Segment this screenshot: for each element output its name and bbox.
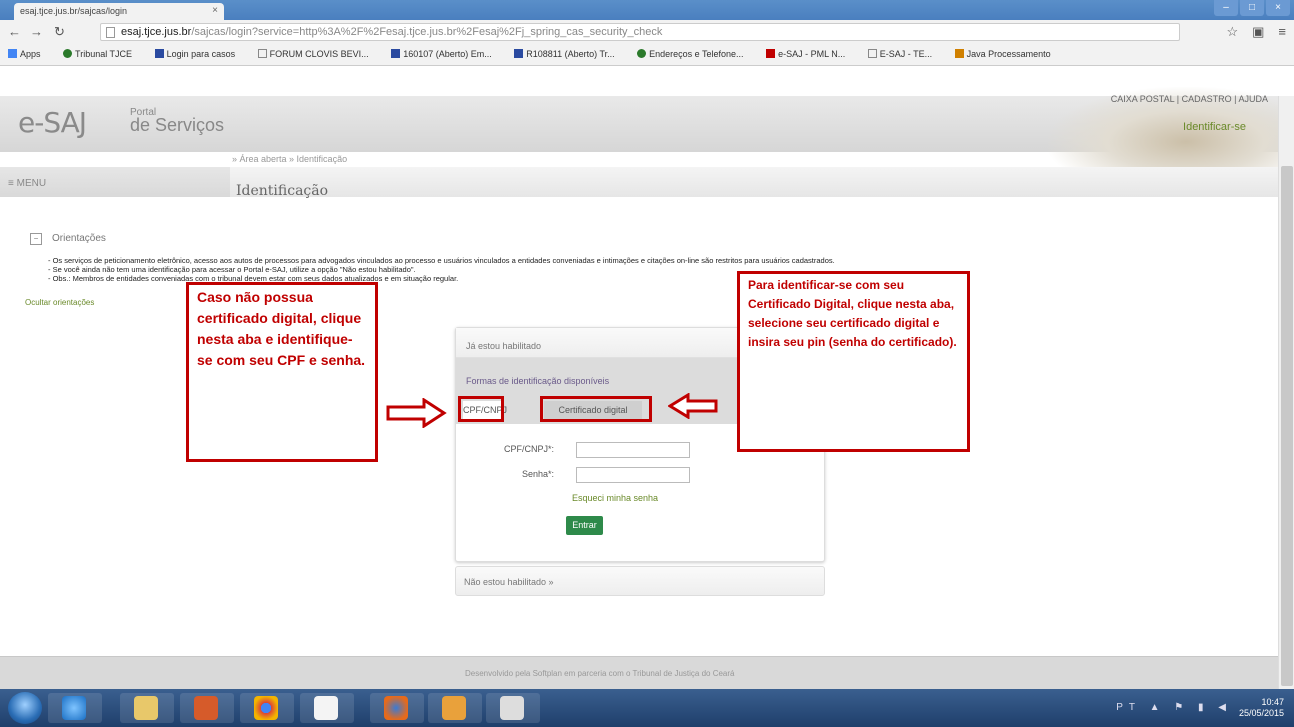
tab-close-icon[interactable]: × [212, 5, 218, 16]
clock-date: 25/05/2015 [1238, 708, 1284, 718]
scroll-thumb[interactable] [1281, 166, 1293, 686]
list-item: Se você ainda não tem uma identificação … [48, 265, 835, 274]
breadcrumb: » Área aberta » Identificação [232, 154, 348, 164]
cpf-input[interactable] [576, 442, 690, 458]
forgot-password-link[interactable]: Esqueci minha senha [572, 493, 658, 503]
start-button[interactable] [8, 692, 42, 724]
page-scrollbar[interactable] [1278, 96, 1294, 689]
java-icon [954, 49, 964, 58]
clock[interactable]: 10:47 25/05/2015 [1239, 697, 1284, 719]
taskbar-office-icon[interactable] [180, 693, 234, 723]
tab-title: esaj.tjce.jus.br/sajcas/login [20, 6, 128, 16]
apps-icon [8, 49, 17, 58]
back-icon[interactable]: ← [8, 24, 21, 39]
bookmark-icon [391, 49, 401, 58]
bookmarks-bar: Apps Tribunal TJCE Login para casos FORU… [0, 44, 1294, 66]
url-path: /sajcas/login?service=http%3A%2F%2Fesaj.… [191, 26, 663, 38]
esaj-logo: e-SAJ [18, 106, 87, 139]
bookmark-item[interactable]: 160107 (Aberto) Em... [391, 49, 502, 59]
top-links[interactable]: CAIXA POSTAL | CADASTRO | AJUDA [1111, 94, 1268, 104]
address-bar[interactable]: esaj.tjce.jus.br/sajcas/login?service=ht… [100, 23, 1180, 41]
page-title: Identificação [236, 183, 329, 199]
page-icon [106, 27, 115, 38]
bookmark-icon [63, 49, 73, 58]
orientations-list: Os serviços de peticionamento eletrônico… [48, 256, 835, 283]
taskbar-ie-icon[interactable] [48, 693, 102, 723]
browser-tab-bar: esaj.tjce.jus.br/sajcas/login × – □ × [0, 0, 1294, 20]
not-enabled-panel[interactable]: Não estou habilitado » [455, 566, 825, 596]
site-footer: Desenvolvido pela Softplan em parceria c… [0, 656, 1278, 689]
forms-label: Formas de identificação disponíveis [466, 376, 610, 386]
bookmark-item[interactable]: Endereços e Telefone... [637, 49, 753, 59]
menu-button[interactable]: ≡ MENU [8, 178, 46, 189]
arrow-right-icon [386, 398, 447, 428]
taskbar-chrome-icon[interactable] [240, 693, 294, 723]
portal-subtitle: Portal de Serviços [130, 107, 225, 135]
bookmark-item[interactable]: Apps [8, 49, 51, 59]
annotation-right: Para identificar-se com seu Certificado … [737, 271, 970, 452]
bookmark-item[interactable]: FORUM CLOVIS BEVI... [257, 49, 379, 59]
forward-icon[interactable]: → [30, 24, 43, 39]
arrow-left-icon [668, 393, 718, 419]
window-controls: – □ × [1214, 0, 1290, 18]
identify-link[interactable]: Identificar-se [1183, 121, 1246, 133]
taskbar-paint-icon[interactable] [428, 693, 482, 723]
bookmark-item[interactable]: R108811 (Aberto) Tr... [514, 49, 624, 59]
password-input[interactable] [576, 467, 690, 483]
taskbar-notepad-icon[interactable] [300, 693, 354, 723]
highlight-cert-tab [540, 396, 652, 422]
bookmark-icon [637, 49, 647, 58]
url-host: esaj.tjce.jus.br [121, 26, 192, 38]
enter-button[interactable]: Entrar [566, 516, 603, 535]
bookmark-icon [154, 49, 164, 58]
password-label: Senha*: [521, 469, 554, 479]
extension-icon[interactable]: ▣ [1252, 24, 1264, 40]
cpf-label: CPF/CNPJ*: [503, 444, 554, 454]
minimize-icon[interactable]: – [1214, 0, 1238, 16]
footer-text: Desenvolvido pela Softplan em parceria c… [465, 669, 735, 678]
clock-time: 10:47 [1261, 697, 1284, 707]
toolbar-right: ☆ ▣ ≡ [1226, 24, 1286, 40]
bookmark-item[interactable]: Tribunal TJCE [63, 49, 142, 59]
bookmark-icon [766, 49, 776, 58]
taskbar-firefox-icon[interactable] [370, 693, 424, 723]
collapse-icon[interactable]: − [30, 233, 42, 245]
menu-icon[interactable]: ≡ [1278, 24, 1286, 40]
annotation-left: Caso não possua certificado digital, cli… [186, 282, 378, 462]
taskbar-app-icon[interactable] [486, 693, 540, 723]
page-icon [257, 49, 267, 58]
bookmark-item[interactable]: e-SAJ - PML N... [766, 49, 855, 59]
browser-tab[interactable]: esaj.tjce.jus.br/sajcas/login × [14, 3, 224, 20]
list-item: Os serviços de peticionamento eletrônico… [48, 256, 835, 265]
portal-big-label: de Serviços [130, 115, 225, 135]
list-item: Obs.: Membros de entidades conveniadas c… [48, 274, 835, 283]
orientations-title: Orientações [52, 233, 106, 244]
page-icon [867, 49, 877, 58]
taskbar-folder-icon[interactable] [120, 693, 174, 723]
reload-icon[interactable]: ↻ [54, 24, 65, 40]
panel-title: Já estou habilitado [466, 341, 542, 351]
hide-orientations-link[interactable]: Ocultar orientações [25, 298, 94, 307]
bookmark-item[interactable]: E-SAJ - TE... [867, 49, 942, 59]
bookmark-item[interactable]: Java Processamento [954, 49, 1061, 59]
star-icon[interactable]: ☆ [1226, 24, 1238, 40]
highlight-cpf-tab [458, 396, 504, 422]
bookmark-item[interactable]: Login para casos [154, 49, 246, 59]
close-window-icon[interactable]: × [1266, 0, 1290, 16]
maximize-icon[interactable]: □ [1240, 0, 1264, 16]
browser-toolbar: ← → ↻ esaj.tjce.jus.br/sajcas/login?serv… [0, 20, 1294, 44]
title-bar [230, 167, 1278, 197]
tray-icons[interactable]: PT ▲ ⚑ ▮ ◀ [1116, 702, 1232, 713]
not-enabled-link[interactable]: Não estou habilitado » [464, 577, 554, 587]
windows-taskbar: PT ▲ ⚑ ▮ ◀ 10:47 25/05/2015 [0, 689, 1294, 727]
bookmark-icon [514, 49, 524, 58]
